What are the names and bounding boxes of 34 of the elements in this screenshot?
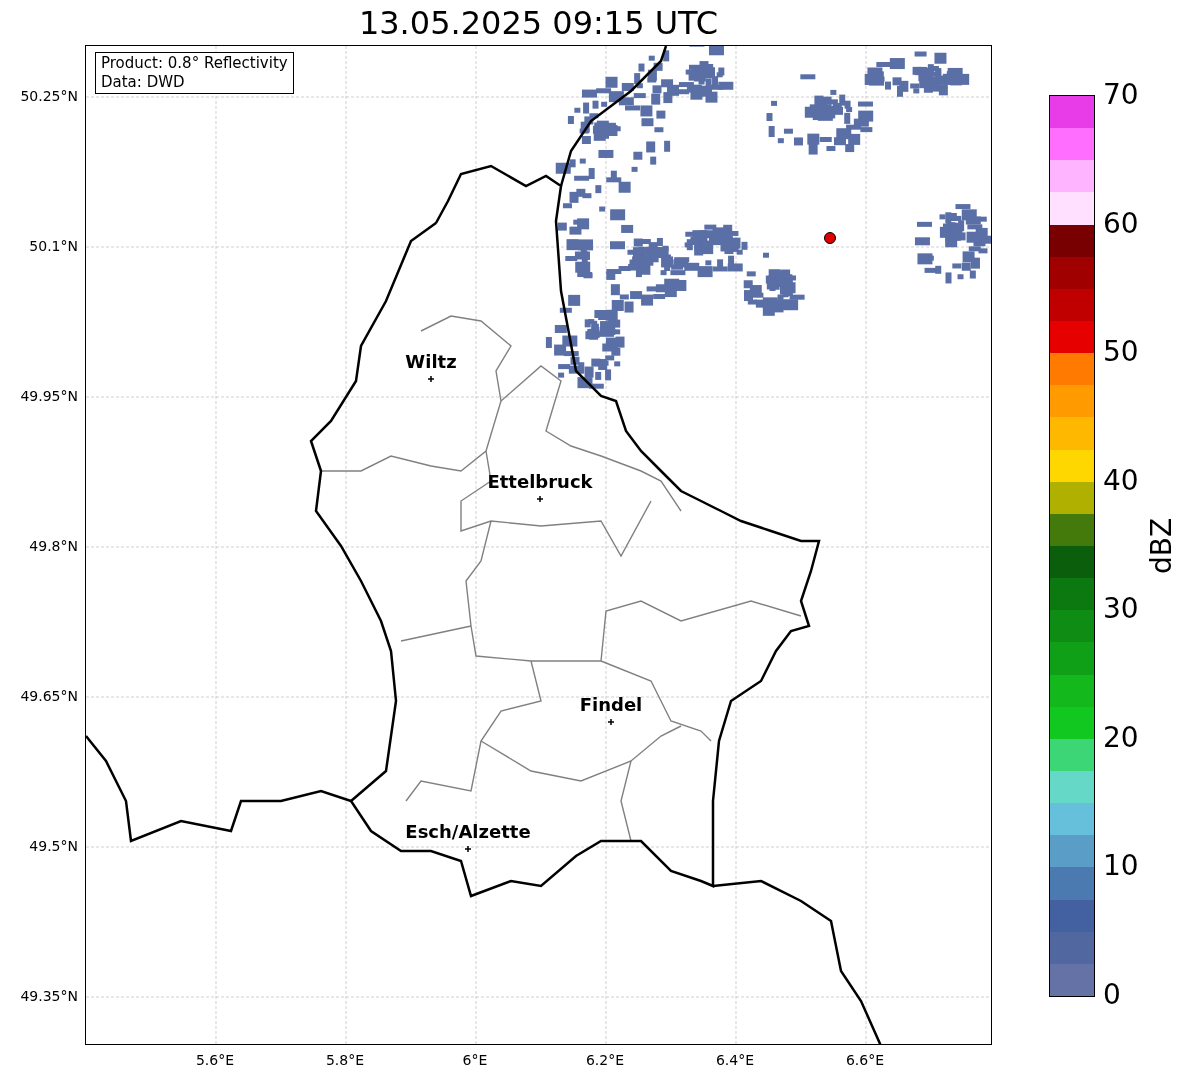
city-label: Findel — [579, 695, 643, 715]
latitude-tick-label: 49.5°N — [29, 838, 78, 854]
colorbar-tick-label: 10 — [1103, 850, 1139, 883]
latitude-tick-label: 49.95°N — [20, 388, 78, 404]
latitude-tick-label: 49.35°N — [20, 988, 78, 1004]
longitude-tick-label: 5.8°E — [325, 1052, 365, 1068]
colorbar-label: dBZ — [1146, 517, 1178, 575]
city-label: Wiltz — [405, 352, 457, 372]
city-label: Ettelbruck — [487, 472, 593, 492]
longitude-tick-label: 6.6°E — [845, 1052, 885, 1068]
longitude-tick-label: 6.4°E — [715, 1052, 755, 1068]
colorbar-tick-label: 70 — [1103, 79, 1139, 111]
colorbar-tick-label: 50 — [1103, 336, 1139, 369]
longitude-tick-label: 6°E — [462, 1052, 488, 1068]
latitude-tick-label: 50.1°N — [29, 238, 78, 254]
latitude-tick-label: 50.25°N — [20, 88, 78, 104]
chart-title: 13.05.2025 09:15 UTC — [358, 3, 719, 44]
colorbar-tick-label: 20 — [1103, 721, 1139, 754]
city-marker-icon — [536, 495, 544, 503]
colorbar-tick-label: 0 — [1103, 979, 1121, 1011]
longitude-tick-label: 5.6°E — [195, 1052, 235, 1068]
city-marker-icon — [427, 375, 435, 383]
latitude-tick-label: 49.65°N — [20, 688, 78, 704]
city-marker-icon — [464, 845, 472, 853]
longitude-tick-label: 6.2°E — [585, 1052, 625, 1068]
city-marker-icon — [607, 718, 615, 726]
colorbar-tick-label: 30 — [1103, 593, 1139, 626]
radar-site-marker — [824, 232, 836, 244]
info-text: Data: DWD — [101, 73, 186, 92]
city-label: Esch/Alzette — [405, 822, 531, 842]
colorbar-tick-label: 60 — [1103, 207, 1139, 240]
info-text: Product: 0.8° Reflectivity — [101, 54, 288, 73]
colorbar-tick-label: 40 — [1103, 464, 1139, 497]
latitude-tick-label: 49.8°N — [29, 538, 78, 554]
